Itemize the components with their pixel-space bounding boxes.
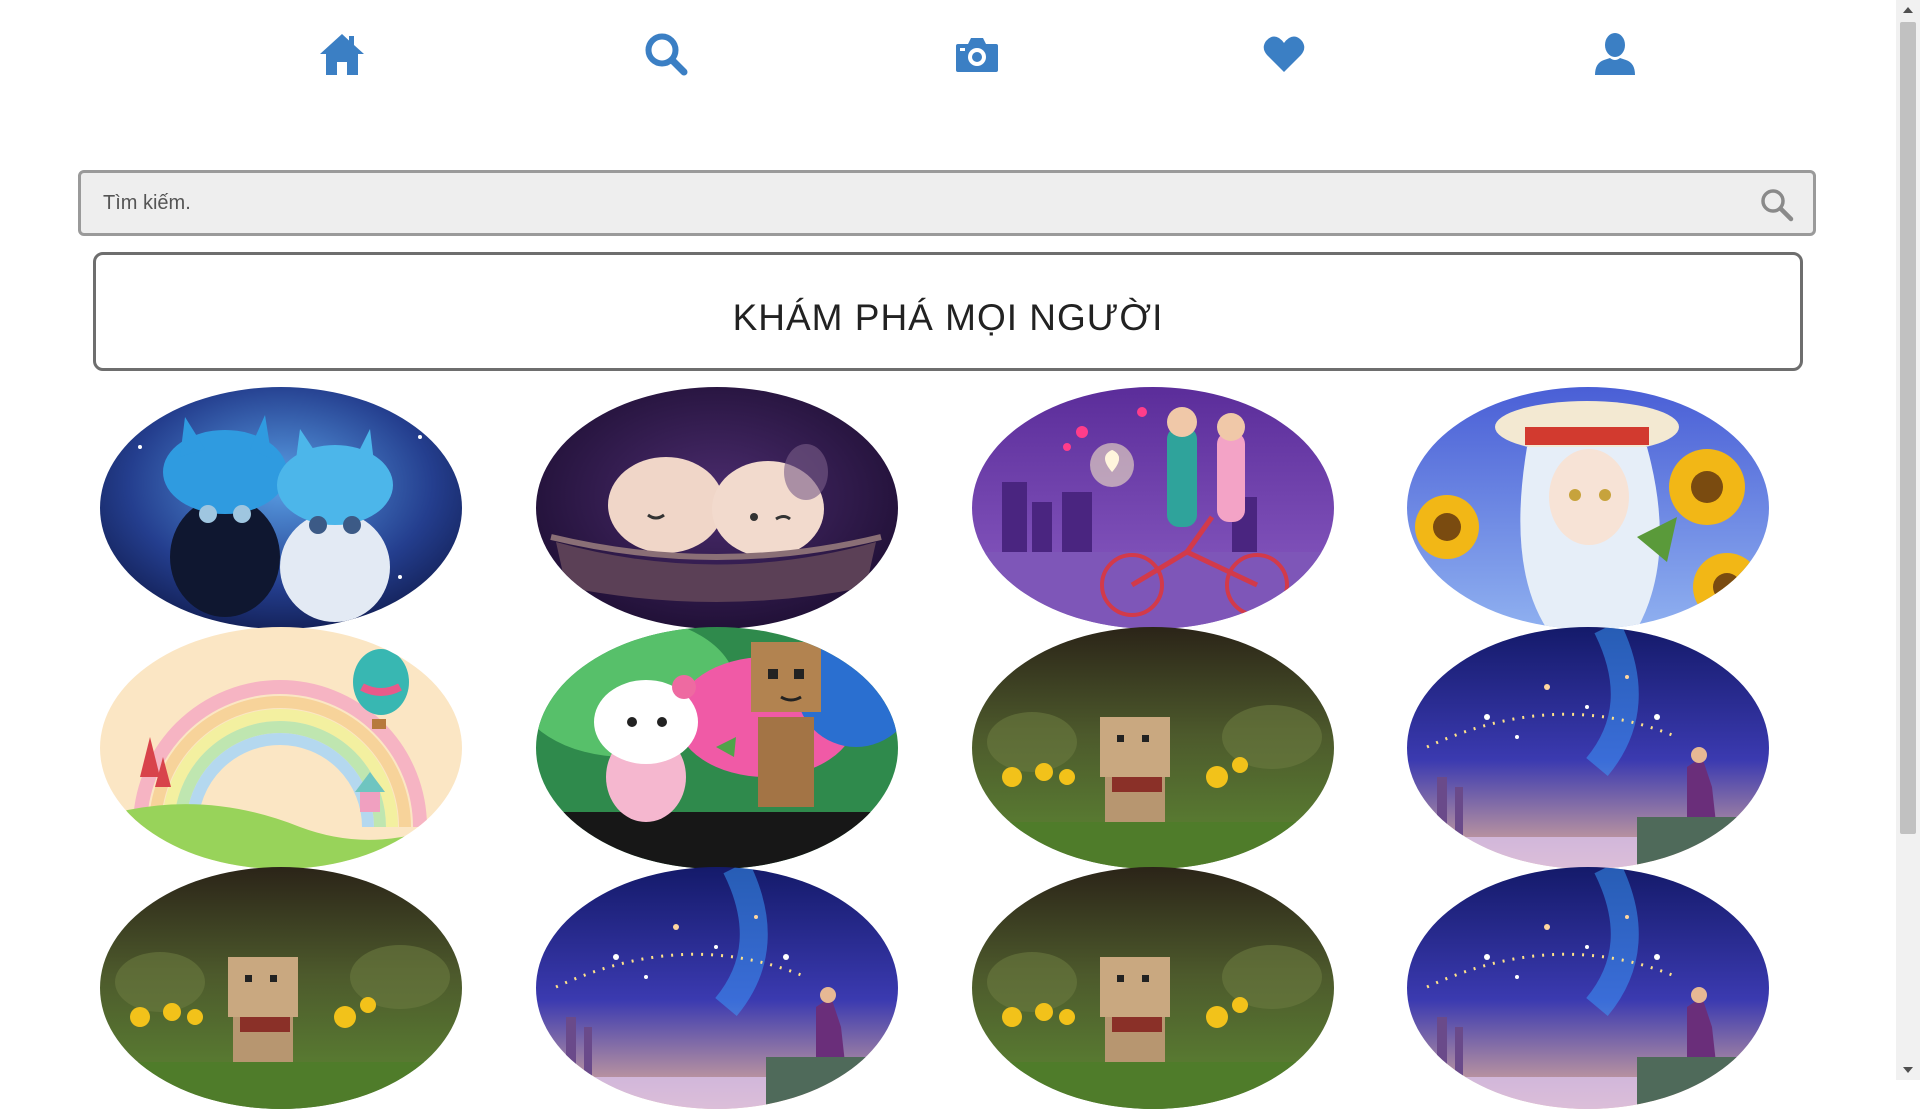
sunflower-girl-image bbox=[1407, 387, 1769, 629]
gallery-photo-hellokitty-danbo[interactable] bbox=[536, 627, 898, 869]
gallery-photo-danbo-field-3[interactable] bbox=[972, 867, 1334, 1109]
home-icon bbox=[320, 34, 364, 75]
rainbow-image bbox=[100, 627, 462, 869]
nav-profile-button[interactable] bbox=[1585, 26, 1645, 82]
hellokitty-danbo-image bbox=[536, 627, 898, 869]
search-icon bbox=[1761, 189, 1794, 222]
gallery-photo-sunflower-girl[interactable] bbox=[1407, 387, 1769, 629]
nav-camera-button[interactable] bbox=[947, 26, 1007, 82]
gallery-photo-danbo-field-2[interactable] bbox=[100, 867, 462, 1109]
arrow-down-icon bbox=[1903, 1067, 1913, 1073]
search-input[interactable] bbox=[81, 173, 1813, 233]
nav-favorites-button[interactable] bbox=[1254, 26, 1314, 82]
danbo-field-image bbox=[972, 867, 1334, 1109]
gallery-photo-starry-girl-2[interactable] bbox=[536, 867, 898, 1109]
starry-girl-image bbox=[1407, 867, 1769, 1109]
search-icon bbox=[645, 33, 688, 76]
camera-icon bbox=[956, 38, 998, 72]
eggs-image bbox=[536, 387, 898, 629]
starry-girl-image bbox=[1407, 627, 1769, 869]
gallery-photo-couple-bike[interactable] bbox=[972, 387, 1334, 629]
nav-search-button[interactable] bbox=[636, 26, 696, 82]
scroll-down-button[interactable] bbox=[1896, 1060, 1920, 1080]
gallery-photo-kittens[interactable] bbox=[100, 387, 462, 629]
nav-home-button[interactable] bbox=[312, 26, 372, 82]
gallery-photo-danbo-field[interactable] bbox=[972, 627, 1334, 869]
gallery-photo-starry-girl[interactable] bbox=[1407, 627, 1769, 869]
gallery-photo-starry-girl-3[interactable] bbox=[1407, 867, 1769, 1109]
kittens-image bbox=[100, 387, 462, 629]
user-icon bbox=[1595, 33, 1635, 75]
gallery-photo-rainbow[interactable] bbox=[100, 627, 462, 869]
danbo-field-image bbox=[100, 867, 462, 1109]
scroll-up-button[interactable] bbox=[1896, 0, 1920, 20]
explore-header: KHÁM PHÁ MỌI NGƯỜI bbox=[93, 252, 1803, 371]
arrow-up-icon bbox=[1903, 7, 1913, 13]
couple-bike-image bbox=[972, 387, 1334, 629]
danbo-field-image bbox=[972, 627, 1334, 869]
top-navigation bbox=[0, 0, 1896, 110]
scrollbar-thumb[interactable] bbox=[1900, 22, 1916, 834]
gallery-photo-eggs[interactable] bbox=[536, 387, 898, 629]
heart-icon bbox=[1263, 36, 1305, 72]
search-bar bbox=[78, 170, 1816, 236]
search-submit-button[interactable] bbox=[1759, 187, 1795, 223]
page-title: KHÁM PHÁ MỌI NGƯỜI bbox=[732, 296, 1164, 338]
vertical-scrollbar[interactable] bbox=[1896, 0, 1920, 1080]
starry-girl-image bbox=[536, 867, 898, 1109]
